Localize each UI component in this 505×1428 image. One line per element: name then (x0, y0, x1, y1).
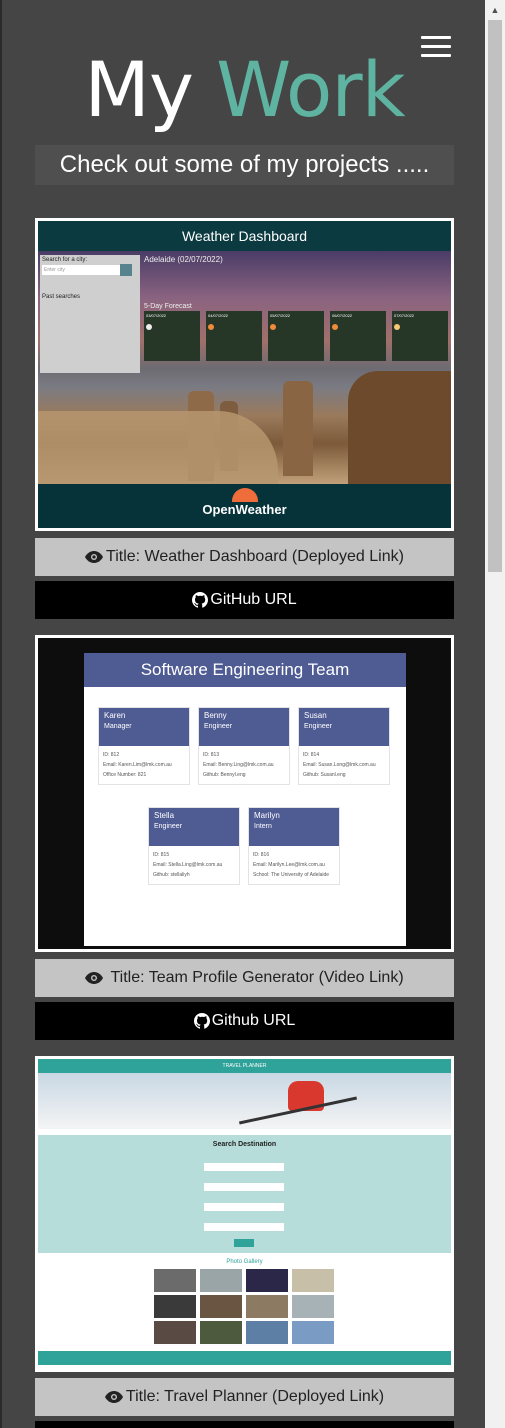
forecast-day: 05/07/2022 (268, 311, 324, 361)
travel-search-section: Search Destination (38, 1135, 451, 1253)
weather-dashboard-github-link[interactable]: GitHub URL (35, 581, 454, 619)
team-profile-github-label: Github URL (211, 1012, 296, 1029)
search-icon (120, 264, 132, 276)
travel-screenshot-hero (38, 1073, 451, 1129)
title-word-1: My (84, 45, 194, 134)
github-icon (193, 1012, 210, 1029)
weather-dashboard-caption: Title: Weather Dashboard (Deployed Link) (106, 548, 404, 565)
weather-search-label: Search for a city: (42, 257, 88, 263)
team-member-card: Stella Engineer ID: 815 Email: Stella.Ling… (148, 807, 240, 885)
team-member-card: Karen Manager ID: 812 Email: Karen.Lim@lmk… (98, 707, 190, 785)
travel-planner-screenshot[interactable]: TRAVEL PLANNER Search Destination Photo … (35, 1056, 454, 1372)
team-member-card: Susan Engineer ID: 814 Email: Susan.Long@l… (298, 707, 390, 785)
scrollbar-thumb[interactable] (488, 20, 502, 572)
page-title: My Work (2, 46, 485, 134)
vertical-scrollbar[interactable]: ▲ (485, 0, 505, 1428)
forecast-day: 06/07/2022 (330, 311, 386, 361)
team-profile-github-link[interactable]: Github URL (35, 1002, 454, 1040)
forecast-day: 07/07/2022 (392, 311, 448, 361)
forecast-day: 03/07/2022 (144, 311, 200, 361)
eye-icon (104, 1390, 123, 1403)
travel-planner-link[interactable]: Title: Travel Planner (Deployed Link) (35, 1378, 454, 1416)
team-profile-screenshot[interactable]: Software Engineering Team Karen Manager I… (35, 635, 454, 952)
team-member-card: Marilyn Intern ID: 816 Email: Marilyn.Lee@… (248, 807, 340, 885)
travel-screenshot-navbar: TRAVEL PLANNER (38, 1059, 451, 1073)
weather-search-panel: Search for a city: Enter city Past searc… (40, 255, 140, 373)
weather-dashboard-screenshot[interactable]: Weather Dashboard Search for a city: Ent… (35, 218, 454, 531)
weather-screenshot-heading: Weather Dashboard (38, 221, 451, 251)
travel-gallery-heading: Photo Gallery (226, 1259, 263, 1265)
team-screenshot-page: Software Engineering Team Karen Manager I… (84, 653, 406, 946)
travel-screenshot-footer (38, 1351, 451, 1365)
team-profile-caption: Title: Team Profile Generator (Video Lin… (110, 969, 404, 986)
travel-search-heading: Search Destination (212, 1141, 277, 1148)
openweather-brand: OpenWeather (202, 502, 287, 517)
portfolio-page: My Work Check out some of my projects ..… (0, 0, 485, 1428)
github-icon (192, 591, 209, 608)
weather-dashboard-link[interactable]: Title: Weather Dashboard (Deployed Link) (35, 538, 454, 576)
team-screenshot-heading: Software Engineering Team (84, 653, 406, 687)
page-subtitle: Check out some of my projects ..... (35, 145, 454, 185)
openweather-footer: OpenWeather (38, 484, 451, 528)
eye-icon (85, 971, 104, 984)
travel-planner-caption: Title: Travel Planner (Deployed Link) (125, 1388, 385, 1405)
openweather-logo-icon (231, 488, 258, 502)
weather-search-input: Enter city (42, 265, 120, 275)
eye-icon (85, 550, 104, 563)
weather-past-searches: Past searches (42, 294, 81, 300)
forecast-day: 04/07/2022 (206, 311, 262, 361)
scroll-up-arrow-icon[interactable]: ▲ (485, 0, 505, 20)
travel-photo-gallery (152, 1267, 336, 1345)
team-member-card: Benny Engineer ID: 813 Email: Benny.Ling@l… (198, 707, 290, 785)
weather-dashboard-github-label: GitHub URL (210, 591, 297, 608)
title-word-2: Work (216, 45, 405, 134)
team-profile-link[interactable]: Title: Team Profile Generator (Video Lin… (35, 959, 454, 997)
travel-planner-github-link[interactable] (35, 1421, 454, 1428)
weather-city: Adelaide (02/07/2022) (144, 255, 223, 264)
weather-forecast-label: 5-Day Forecast (144, 303, 192, 310)
